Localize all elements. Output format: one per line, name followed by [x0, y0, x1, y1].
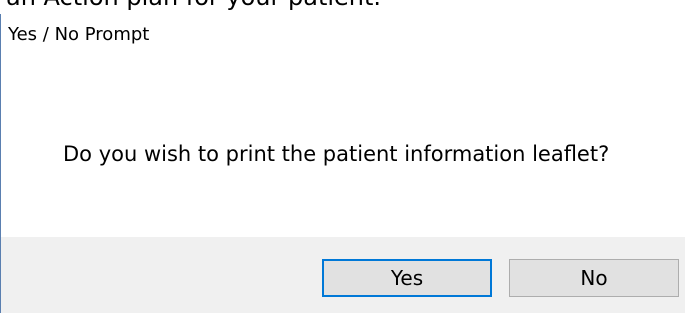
dialog-button-bar: Yes No — [1, 237, 685, 313]
yes-button[interactable]: Yes — [322, 259, 492, 297]
background-window-text: an Action plan for your patient. — [6, 0, 381, 14]
screen: an Action plan for your patient. Yes / N… — [0, 0, 685, 313]
dialog-message: Do you wish to print the patient informa… — [63, 142, 610, 166]
dialog-title: Yes / No Prompt — [8, 24, 150, 45]
no-button[interactable]: No — [509, 259, 679, 297]
yes-no-dialog: Yes / No Prompt Do you wish to print the… — [0, 14, 685, 313]
